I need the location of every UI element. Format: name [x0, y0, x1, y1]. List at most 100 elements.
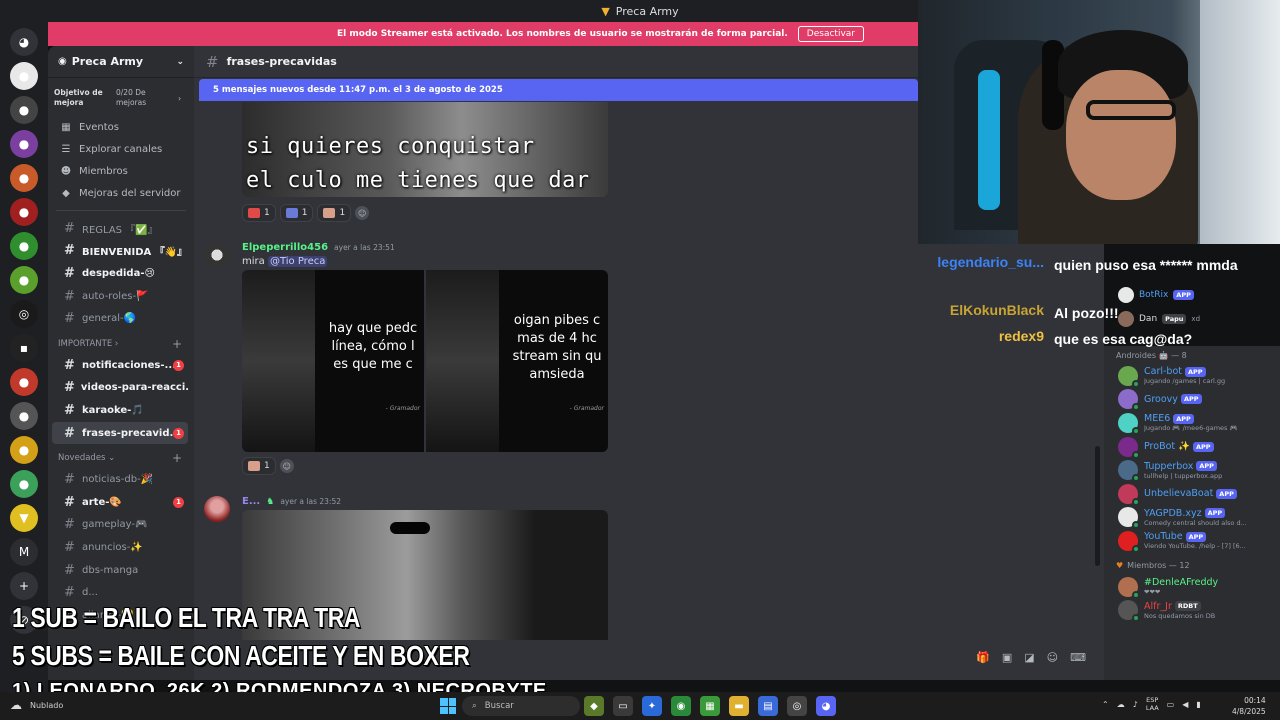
- avatar[interactable]: [204, 242, 230, 268]
- channel-item[interactable]: # REGLAS 『✅』: [52, 217, 188, 240]
- channel-item[interactable]: # d...: [52, 581, 188, 604]
- obs-icon[interactable]: ◎: [787, 696, 807, 716]
- reaction[interactable]: 1: [242, 204, 276, 222]
- message-image[interactable]: hay que pedc línea, cómo l es que me c -…: [242, 270, 424, 452]
- server-header[interactable]: ◉ Preca Army ⌄: [48, 46, 194, 78]
- microphone-icon[interactable]: ♪: [1133, 700, 1138, 709]
- add-reaction-icon[interactable]: ☺: [355, 206, 370, 220]
- member-item[interactable]: Alfr_Jr RDBT Nos quedamos sin DB: [1104, 598, 1280, 623]
- server-icon[interactable]: ●: [10, 130, 38, 158]
- message-author[interactable]: E...: [242, 496, 260, 507]
- weather-text[interactable]: Nublado: [30, 701, 63, 710]
- gif-icon[interactable]: ▣: [1002, 651, 1012, 664]
- message-image[interactable]: oigan pibes c mas de 4 hc stream sin qu …: [426, 270, 608, 452]
- server-icon[interactable]: ●: [10, 232, 38, 260]
- server-icon[interactable]: ●: [10, 164, 38, 192]
- sticker-icon[interactable]: ◪: [1024, 651, 1034, 664]
- task-view-icon[interactable]: ▭: [613, 696, 633, 716]
- language-indicator[interactable]: ESP LAA: [1146, 696, 1159, 712]
- channel-item[interactable]: # notificaciones-... 1: [52, 354, 188, 377]
- message-author[interactable]: Elpeperrillo456: [242, 242, 328, 253]
- channel-item[interactable]: # arte-🎨 1: [52, 491, 188, 514]
- member-item[interactable]: YAGPDB.xyz APP Comedy central should also …: [1104, 506, 1280, 530]
- member-item[interactable]: Groovy APP: [1104, 388, 1280, 412]
- category-important[interactable]: IMPORTANTE › +: [48, 334, 194, 354]
- user-mention[interactable]: @Tio Preca: [267, 256, 328, 267]
- reaction-emoji-icon: [323, 208, 336, 218]
- clock[interactable]: 00:14 4/8/2025: [1232, 695, 1266, 717]
- server-icon[interactable]: ●: [10, 198, 38, 226]
- cloud-icon[interactable]: ☁: [1117, 700, 1125, 709]
- start-button[interactable]: [440, 698, 456, 714]
- server-badge-icon: ◉: [58, 56, 67, 67]
- taskbar-search[interactable]: ⌕ Buscar: [462, 696, 580, 716]
- copilot-icon[interactable]: ✦: [642, 696, 662, 716]
- scrollbar[interactable]: [1095, 446, 1100, 566]
- channel-item[interactable]: # noticias-db-🎉: [52, 468, 188, 491]
- server-icon[interactable]: ▼: [10, 504, 38, 532]
- server-icon[interactable]: ●: [10, 436, 38, 464]
- server-icon[interactable]: ●: [10, 368, 38, 396]
- member-item[interactable]: UnbelievaBoat APP: [1104, 482, 1280, 506]
- chrome-icon[interactable]: ◉: [671, 696, 691, 716]
- reaction[interactable]: 1: [279, 204, 314, 222]
- channel-item[interactable]: # auto-roles-🚩: [52, 285, 188, 308]
- chevron-up-icon[interactable]: ⌃: [1102, 700, 1109, 709]
- message-image[interactable]: si quieres conquistar el culo me tienes …: [242, 102, 608, 197]
- store-icon[interactable]: ▤: [758, 696, 778, 716]
- channel-item[interactable]: # karaoke-🎵: [52, 399, 188, 422]
- channel-item[interactable]: # frases-precavid... 1: [52, 421, 188, 445]
- server-icon[interactable]: ●: [10, 266, 38, 294]
- file-explorer-icon[interactable]: ▬: [729, 696, 749, 716]
- reaction[interactable]: 1: [242, 457, 276, 475]
- reaction[interactable]: 1: [317, 204, 352, 222]
- add-channel-icon[interactable]: +: [172, 337, 182, 351]
- sidebar-nav-item[interactable]: ☰ Explorar canales: [48, 138, 194, 160]
- avatar[interactable]: [204, 496, 230, 522]
- emoji-icon[interactable]: ☺: [1047, 651, 1058, 664]
- discord-icon[interactable]: ◕: [816, 696, 836, 716]
- server-icon[interactable]: ●: [10, 402, 38, 430]
- sidebar-nav-item[interactable]: ▦ Eventos: [48, 116, 194, 138]
- network-icon[interactable]: ▭: [1167, 700, 1175, 709]
- member-item[interactable]: ProBot ✨ APP: [1104, 435, 1280, 459]
- add-channel-icon[interactable]: +: [172, 451, 182, 465]
- channel-item[interactable]: # videos-para-reacci...: [52, 377, 188, 400]
- member-item[interactable]: MEE6 APP Jugando 🎮 /mee6-games 🎮: [1104, 411, 1280, 435]
- battery-icon[interactable]: ▮: [1196, 700, 1200, 709]
- boost-goal[interactable]: Objetivo de mejora 0/20 De mejoras ›: [54, 84, 188, 112]
- sidebar-nav-item[interactable]: ☻ Miembros: [48, 160, 194, 182]
- popup-member[interactable]: Dan Papu xd: [1118, 307, 1280, 331]
- server-icon[interactable]: M: [10, 538, 38, 566]
- server-icon[interactable]: ●: [10, 96, 38, 124]
- add-server-icon[interactable]: +: [10, 572, 38, 600]
- message-timestamp: ayer a las 23:52: [280, 497, 341, 506]
- app-icon[interactable]: ◆: [584, 696, 604, 716]
- channel-item[interactable]: # despedida-😢: [52, 262, 188, 285]
- volume-icon[interactable]: ◀: [1182, 700, 1188, 709]
- gift-icon[interactable]: 🎁: [976, 651, 990, 664]
- channel-item[interactable]: # dbs-manga: [52, 559, 188, 582]
- category-news[interactable]: Novedades ⌄ +: [48, 448, 194, 468]
- channel-item[interactable]: # general-🌎: [52, 307, 188, 330]
- server-icon[interactable]: ●: [10, 470, 38, 498]
- disable-streamer-mode-button[interactable]: Desactivar: [797, 26, 864, 42]
- member-item[interactable]: #DenleAFreddy ❤❤❤: [1104, 575, 1280, 599]
- server-icon[interactable]: ◎: [10, 300, 38, 328]
- minecraft-icon[interactable]: ▦: [700, 696, 720, 716]
- member-item[interactable]: Carl-bot APP Jugando /games | carl.gg: [1104, 364, 1280, 388]
- channel-item[interactable]: # BIENVENIDA 『👋』: [52, 240, 188, 263]
- popup-member[interactable]: BotRix APP: [1118, 283, 1280, 307]
- add-reaction-icon[interactable]: ☺: [279, 459, 294, 473]
- image-signature: - Gramador: [569, 405, 604, 412]
- member-item[interactable]: Tupperbox APP tullhelp | tupperbox.app: [1104, 458, 1280, 483]
- discord-icon[interactable]: ◕: [10, 28, 38, 56]
- channel-item[interactable]: # anuncios-✨: [52, 536, 188, 559]
- activities-icon[interactable]: ⌨: [1070, 651, 1086, 664]
- server-icon[interactable]: ▪: [10, 334, 38, 362]
- channel-item[interactable]: # gameplay-🎮: [52, 514, 188, 537]
- new-messages-bar[interactable]: 5 mensajes nuevos desde 11:47 p.m. el 3 …: [199, 79, 918, 101]
- server-icon[interactable]: ●: [10, 62, 38, 90]
- member-item[interactable]: YouTube APP Viendo YouTube. /help - [7] [6…: [1104, 529, 1280, 553]
- sidebar-nav-item[interactable]: ◆ Mejoras del servidor: [48, 182, 194, 204]
